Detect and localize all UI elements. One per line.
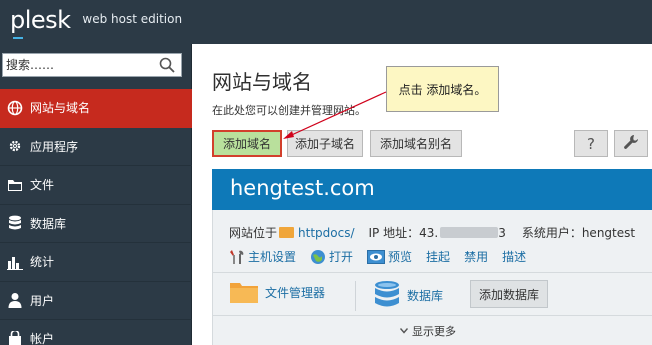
main-content: 网站与域名 在此处您可以创建并管理网站。 添加域名 添加子域名 添加域名别名 ?… (193, 44, 652, 345)
search-icon[interactable] (159, 57, 175, 73)
action-label: 禁用 (464, 250, 489, 264)
action-label: 打开 (329, 250, 354, 264)
tools-button[interactable] (614, 130, 648, 157)
domain-header: hengtest.com (212, 169, 652, 210)
logo-underline (13, 37, 23, 39)
hosting-settings-link[interactable]: 主机设置 (229, 248, 296, 265)
databases-label: 数据库 (407, 288, 444, 303)
file-manager-link[interactable]: 文件管理器 (229, 280, 325, 304)
help-button[interactable]: ? (574, 130, 608, 157)
brand-name: plesk (10, 6, 71, 34)
open-link[interactable]: 打开 (310, 248, 353, 265)
help-icon: ? (587, 134, 595, 153)
sidebar-item-statistics[interactable]: 统计 (0, 243, 192, 282)
system-user: 系统用户：hengtest (521, 226, 636, 240)
edition-label: web host edition (82, 12, 183, 26)
httpdocs-link[interactable]: httpdocs/ (298, 226, 354, 240)
sidebar-item-files[interactable]: 文件 (0, 166, 192, 205)
show-more-toggle[interactable]: 显示更多 (400, 323, 456, 339)
callout-tooltip: 点击 添加域名。 (386, 66, 499, 112)
action-label: 描述 (502, 250, 527, 264)
database-icon (373, 280, 401, 310)
wrench-icon (623, 134, 639, 154)
ip-label: IP 地址：43. (368, 226, 439, 240)
sidebar-item-label: 应用程序 (30, 139, 79, 154)
folder-icon (4, 178, 26, 192)
suspend-link[interactable]: 挂起 (426, 248, 450, 265)
sidebar-item-label: 统计 (30, 255, 55, 270)
sidebar-item-label: 网站与域名 (30, 101, 91, 116)
tools-icon (229, 249, 245, 265)
location-label: 网站位于 (229, 226, 278, 240)
file-manager-label: 文件管理器 (265, 285, 326, 300)
search-input[interactable] (3, 54, 153, 76)
globe-icon (310, 249, 326, 265)
folder-icon (279, 227, 295, 238)
globe-icon (4, 100, 26, 116)
disable-link[interactable]: 禁用 (464, 248, 488, 265)
account-icon (4, 330, 26, 345)
description-link[interactable]: 描述 (502, 248, 526, 265)
preview-icon (367, 249, 386, 264)
gear-icon (4, 138, 26, 154)
sidebar-item-databases[interactable]: 数据库 (0, 205, 192, 243)
add-subdomain-button[interactable]: 添加子域名 (287, 130, 363, 157)
domain-info-row: 网站位于 httpdocs/ IP 地址：43. 3 系统用户：hengtest (229, 224, 635, 241)
action-label: 挂起 (426, 250, 451, 264)
callout-text: 点击 添加域名。 (398, 82, 487, 97)
sidebar: 网站与域名 应用程序 文件 数据库 统计 (0, 44, 192, 345)
domain-name[interactable]: hengtest.com (230, 176, 375, 200)
sidebar-item-account[interactable]: 帐户 (0, 320, 192, 345)
page-title: 网站与域名 (212, 70, 312, 94)
sidebar-item-label: 文件 (30, 178, 55, 193)
domain-actions: 主机设置 打开 预览 挂起 禁用 描述 (229, 248, 540, 265)
action-label: 主机设置 (248, 250, 297, 264)
folder-icon (229, 280, 259, 304)
databases-link[interactable]: 数据库 (373, 280, 443, 310)
preview-link[interactable]: 预览 (367, 248, 412, 265)
sidebar-item-users[interactable]: 用户 (0, 282, 192, 320)
domain-card: 网站位于 httpdocs/ IP 地址：43. 3 系统用户：hengtest… (212, 210, 652, 345)
sidebar-item-label: 用户 (30, 293, 55, 308)
chevron-down-icon (400, 328, 408, 334)
show-more-label: 显示更多 (412, 325, 456, 338)
add-domain-button[interactable]: 添加域名 (212, 130, 282, 157)
ip-tail: 3 (498, 225, 506, 240)
user-icon (4, 292, 26, 309)
sidebar-item-websites-domains[interactable]: 网站与域名 (0, 89, 192, 128)
database-icon (4, 215, 26, 231)
sidebar-item-label: 帐户 (30, 332, 55, 345)
plesk-logo[interactable]: plesk web host edition (10, 6, 183, 39)
add-domain-alias-button[interactable]: 添加域名别名 (370, 130, 462, 157)
sidebar-item-applications[interactable]: 应用程序 (0, 128, 192, 166)
search-box (2, 53, 182, 77)
redacted-ip (440, 227, 499, 238)
add-database-button[interactable]: 添加数据库 (470, 280, 549, 308)
sidebar-item-label: 数据库 (30, 216, 67, 231)
domain-tools: 文件管理器 数据库 添加数据库 (213, 272, 652, 316)
action-label: 预览 (388, 250, 413, 264)
top-bar: plesk web host edition (0, 0, 652, 44)
sidebar-nav: 网站与域名 应用程序 文件 数据库 统计 用户 帐户 (0, 89, 192, 345)
page-description: 在此处您可以创建并管理网站。 (212, 104, 366, 117)
tool-divider (355, 281, 356, 311)
bar-chart-icon (4, 254, 26, 270)
